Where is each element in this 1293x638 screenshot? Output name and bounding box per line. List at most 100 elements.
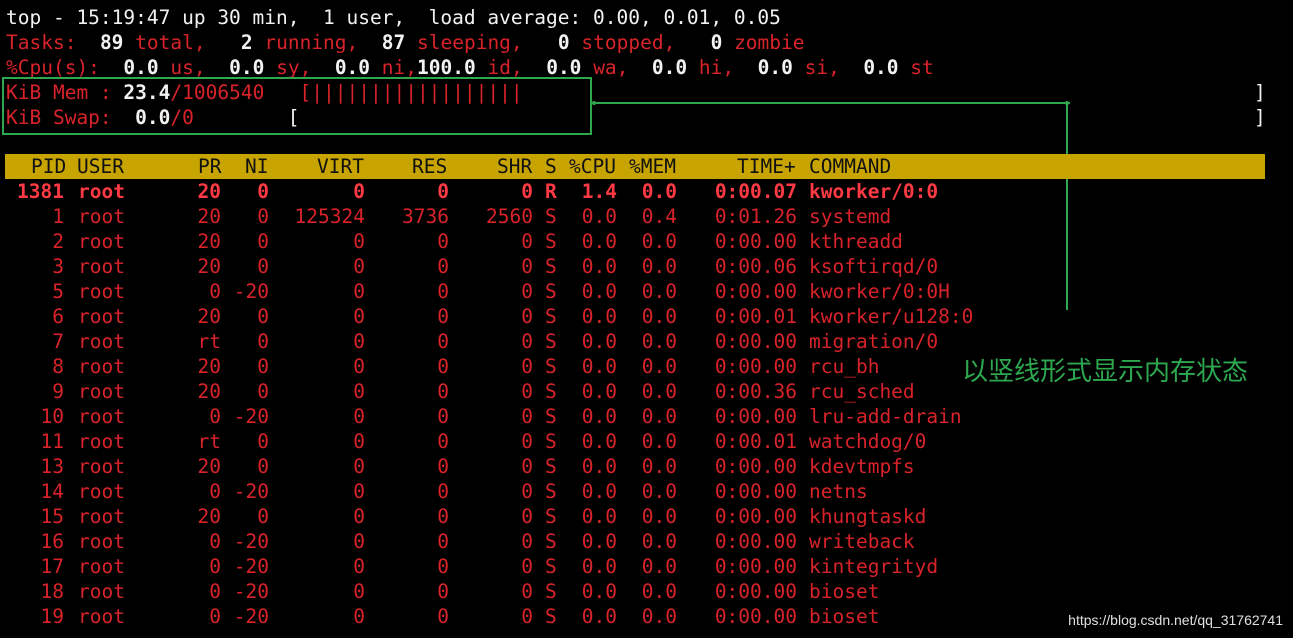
process-res: 0 [437, 380, 449, 403]
process-pid: 8 [52, 355, 64, 378]
process-s: S [545, 380, 557, 403]
col-command[interactable]: COMMAND [809, 154, 891, 179]
process-row[interactable]: 13 root 20 0 0 0 0 S 0.0 0.0 0:00.00 kdevtmpfs [0, 454, 1293, 479]
process-cpu: 0.0 [581, 405, 617, 428]
process-res: 0 [437, 480, 449, 503]
process-row[interactable]: 11 root rt 0 0 0 0 S 0.0 0.0 0:00.01 watchdog/0 [0, 429, 1293, 454]
process-row[interactable]: 14 root 0 -20 0 0 0 S 0.0 0.0 0:00.00 netns [0, 479, 1293, 504]
process-command: lru-add-drain [809, 405, 962, 428]
process-virt: 0 [353, 530, 365, 553]
process-shr: 0 [521, 430, 533, 453]
process-row[interactable]: 10 root 0 -20 0 0 0 S 0.0 0.0 0:00.00 lru-add-drain [0, 404, 1293, 429]
col-user[interactable]: USER [77, 154, 124, 179]
process-ni: 0 [257, 505, 269, 528]
process-shr: 0 [521, 255, 533, 278]
swap-bar-close: ] [1254, 106, 1266, 129]
annotation-dot-start [592, 101, 596, 105]
process-virt: 0 [353, 580, 365, 603]
process-cpu: 0.0 [581, 330, 617, 353]
process-row[interactable]: 17 root 0 -20 0 0 0 S 0.0 0.0 0:00.00 kintegrityd [0, 554, 1293, 579]
process-command: kthreadd [809, 230, 903, 253]
col-virt[interactable]: VIRT [317, 154, 364, 179]
process-ni: -20 [233, 530, 269, 553]
process-s: S [545, 230, 557, 253]
process-pr: 20 [197, 455, 221, 478]
process-row[interactable]: 1 root 20 0 125324 3736 2560 S 0.0 0.4 0:01.26 syst… [0, 204, 1293, 229]
process-virt: 0 [353, 305, 365, 328]
process-virt: 0 [353, 380, 365, 403]
process-res: 0 [437, 180, 449, 203]
col-res[interactable]: RES [412, 154, 447, 179]
process-virt: 0 [353, 480, 365, 503]
process-time: 0:00.06 [714, 255, 797, 278]
process-row[interactable]: 2 root 20 0 0 0 0 S 0.0 0.0 0:00.00 kthreadd [0, 229, 1293, 254]
process-row[interactable]: 1381 root 20 0 0 0 0 R 1.4 0.0 0:00.07 kworker/0:0 [0, 179, 1293, 204]
process-pid: 17 [40, 555, 64, 578]
process-row[interactable]: 16 root 0 -20 0 0 0 S 0.0 0.0 0:00.00 writeback [0, 529, 1293, 554]
process-row[interactable]: 6 root 20 0 0 0 0 S 0.0 0.0 0:00.01 kworker/u128:0 [0, 304, 1293, 329]
process-s: S [545, 455, 557, 478]
process-ni: -20 [233, 280, 269, 303]
col-cpu[interactable]: %CPU [569, 154, 616, 179]
process-ni: 0 [257, 430, 269, 453]
process-table-header[interactable]: PID USER PR NI VIRT RES SHR S %CPU %MEM … [5, 154, 1265, 179]
col-mem[interactable]: %MEM [629, 154, 676, 179]
process-time: 0:00.00 [714, 405, 797, 428]
cpu-label: %Cpu(s): [6, 56, 100, 79]
process-command: rcu_bh [809, 355, 880, 378]
process-user: root [78, 505, 125, 528]
col-ni[interactable]: NI [245, 154, 268, 179]
process-virt: 0 [353, 605, 365, 628]
process-user: root [78, 480, 125, 503]
col-pid[interactable]: PID [31, 154, 66, 179]
process-command: bioset [809, 580, 880, 603]
process-cpu: 0.0 [581, 430, 617, 453]
annotation-dot-corner [1065, 101, 1069, 105]
process-pid: 5 [52, 280, 64, 303]
col-s[interactable]: S [545, 154, 557, 179]
col-shr[interactable]: SHR [497, 154, 532, 179]
process-row[interactable]: 7 root rt 0 0 0 0 S 0.0 0.0 0:00.00 migration/0 [0, 329, 1293, 354]
col-time[interactable]: TIME+ [737, 154, 796, 179]
tasks-stopped: 0 [557, 31, 570, 54]
process-pid: 2 [52, 230, 64, 253]
process-virt: 0 [353, 255, 365, 278]
process-pr: 20 [197, 230, 221, 253]
process-res: 0 [437, 330, 449, 353]
process-pid: 16 [40, 530, 64, 553]
process-mem: 0.0 [641, 230, 677, 253]
process-pr: 0 [209, 530, 221, 553]
process-row[interactable]: 5 root 0 -20 0 0 0 S 0.0 0.0 0:00.00 kworker/0:0H [0, 279, 1293, 304]
process-cpu: 0.0 [581, 205, 617, 228]
process-time: 0:00.00 [714, 505, 797, 528]
uptime-line: top - 15:19:47 up 30 min, 1 user, load a… [6, 6, 781, 29]
process-cpu: 0.0 [581, 305, 617, 328]
process-res: 0 [437, 280, 449, 303]
cpu-si-label: si, [804, 56, 840, 79]
process-res: 0 [437, 405, 449, 428]
process-cpu: 0.0 [581, 355, 617, 378]
process-res: 0 [437, 455, 449, 478]
process-shr: 0 [521, 480, 533, 503]
process-shr: 0 [521, 530, 533, 553]
cpu-sy-label: sy, [276, 56, 312, 79]
process-row[interactable]: 18 root 0 -20 0 0 0 S 0.0 0.0 0:00.00 bioset [0, 579, 1293, 604]
process-s: R [545, 180, 557, 203]
tasks-running: 2 [240, 31, 253, 54]
process-time: 0:00.00 [714, 555, 797, 578]
tasks-zombie-label: zombie [734, 31, 805, 54]
process-shr: 0 [521, 355, 533, 378]
process-cpu: 0.0 [581, 280, 617, 303]
process-time: 0:00.00 [714, 330, 797, 353]
process-mem: 0.0 [641, 355, 677, 378]
col-pr[interactable]: PR [198, 154, 221, 179]
process-ni: 0 [257, 255, 269, 278]
process-row[interactable]: 3 root 20 0 0 0 0 S 0.0 0.0 0:00.06 ksoftirqd/0 [0, 254, 1293, 279]
process-row[interactable]: 15 root 20 0 0 0 0 S 0.0 0.0 0:00.00 khungtaskd [0, 504, 1293, 529]
process-res: 0 [437, 355, 449, 378]
cpu-si: 0.0 [757, 56, 793, 79]
process-pr: 20 [197, 180, 221, 203]
process-cpu: 0.0 [581, 480, 617, 503]
process-res: 0 [437, 605, 449, 628]
process-res: 0 [437, 505, 449, 528]
